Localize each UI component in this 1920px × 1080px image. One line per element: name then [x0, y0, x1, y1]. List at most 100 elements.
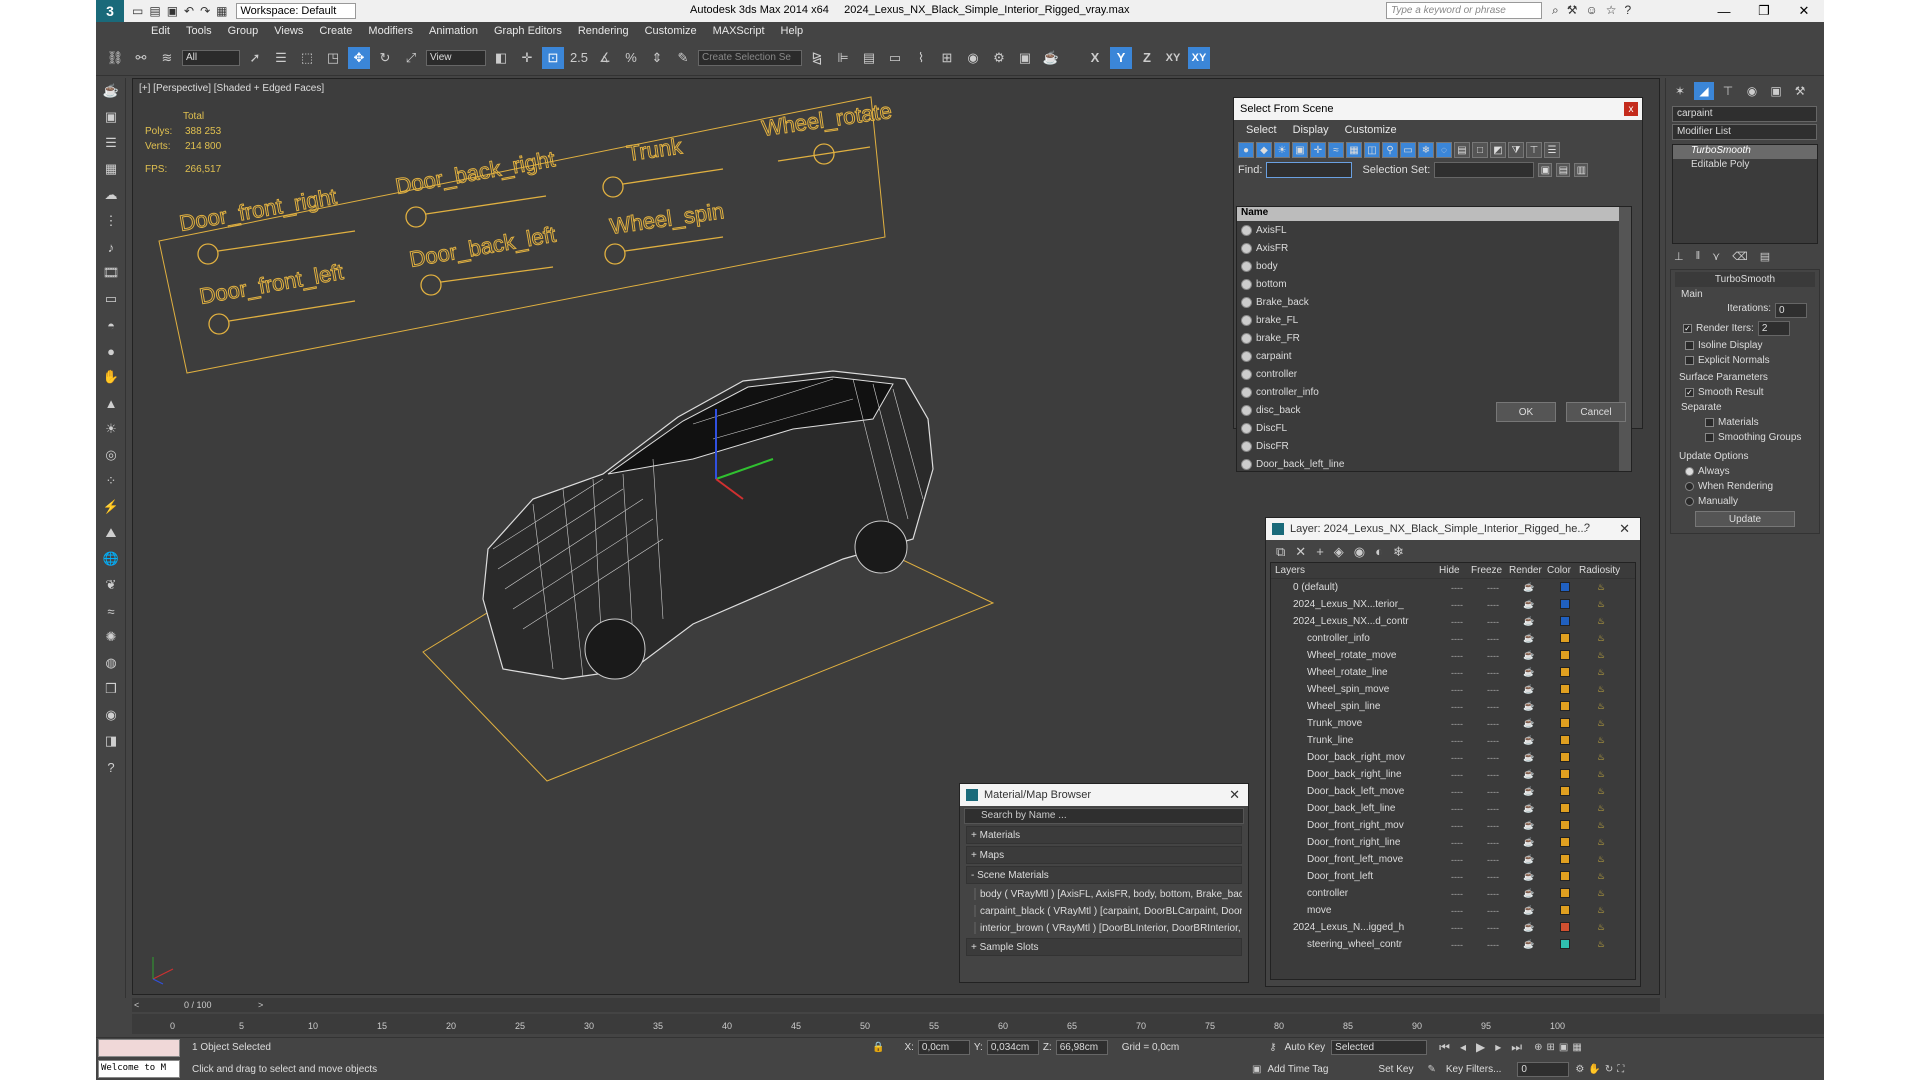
render-toggle-icon[interactable]: ☕ [1511, 854, 1547, 865]
color-cell[interactable] [1547, 649, 1583, 662]
filter-helpers-icon[interactable]: ✛ [1310, 142, 1326, 158]
door-back-right-handle[interactable] [405, 206, 427, 228]
when-rendering-radio[interactable] [1685, 482, 1694, 491]
zoom-icon[interactable]: ⊕ [1534, 1042, 1542, 1053]
axis-xy-button[interactable]: XY [1162, 47, 1184, 69]
render-toggle-icon[interactable]: ☕ [1511, 786, 1547, 797]
layer-color-swatch[interactable] [1560, 632, 1570, 643]
layer-row[interactable]: 2024_Lexus_NX...terior_ ---- ---- ☕ ♨ [1271, 596, 1635, 613]
iterations-spinner[interactable]: 0 [1775, 303, 1807, 318]
color-cell[interactable] [1547, 819, 1583, 832]
configure-sets-icon[interactable]: ▤ [1760, 250, 1770, 263]
mm-titlebar[interactable]: Material/Map Browser ✕ [960, 784, 1248, 806]
next-frame-icon[interactable]: ▸ [1491, 1040, 1505, 1055]
select-object-icon[interactable]: ➚ [244, 47, 266, 69]
radiosity-icon[interactable]: ♨ [1583, 718, 1619, 729]
go-to-start-icon[interactable]: ⏮ [1435, 1040, 1454, 1055]
render-toggle-icon[interactable]: ☕ [1511, 616, 1547, 627]
manipulate-icon[interactable]: ✛ [516, 47, 538, 69]
layer-manager-icon[interactable]: ▤ [858, 47, 880, 69]
grid-icon[interactable]: ⁘ [96, 468, 126, 494]
layer-color-swatch[interactable] [1560, 819, 1570, 830]
sound-icon[interactable]: ♪ [96, 234, 126, 260]
menu-display[interactable]: Display [1293, 124, 1329, 136]
find-input[interactable] [1266, 162, 1353, 178]
maximize-button[interactable]: ❐ [1744, 0, 1784, 22]
freeze-toggle[interactable]: ---- [1475, 600, 1511, 610]
freeze-toggle[interactable]: ---- [1475, 617, 1511, 627]
freeze-toggle[interactable]: ---- [1475, 855, 1511, 865]
list-item[interactable]: bottom [1237, 275, 1631, 293]
favorites-icon[interactable]: ☆ [1606, 3, 1617, 18]
render-toggle-icon[interactable]: ☕ [1511, 752, 1547, 763]
freeze-toggle[interactable]: ---- [1475, 770, 1511, 780]
zoom-extents-icon[interactable]: ▣ [1559, 1042, 1568, 1053]
layer-color-swatch[interactable] [1560, 802, 1570, 813]
time-prev-icon[interactable]: < [134, 1000, 139, 1010]
layer-row[interactable]: Door_front_right_mov ---- ---- ☕ ♨ [1271, 817, 1635, 834]
pin-stack-icon[interactable]: ⊥ [1674, 250, 1684, 263]
material-item[interactable]: interior_brown ( VRayMtl ) [DoorBLInteri… [974, 920, 1242, 936]
freeze-toggle[interactable]: ---- [1475, 838, 1511, 848]
cloud-icon[interactable]: ☁ [96, 182, 126, 208]
radiosity-icon[interactable]: ♨ [1583, 752, 1619, 763]
redo-icon[interactable]: ↷ [200, 4, 210, 18]
layer-color-swatch[interactable] [1560, 683, 1570, 694]
trunk-handle[interactable] [602, 176, 624, 198]
col-hide[interactable]: Hide [1439, 565, 1471, 576]
hide-toggle[interactable]: ---- [1439, 719, 1475, 729]
pan-icon[interactable]: ✋ [1588, 1064, 1600, 1075]
menu-group[interactable]: Group [220, 25, 267, 37]
hide-toggle[interactable]: ---- [1439, 583, 1475, 593]
key-filter-icon[interactable]: ✎ [1427, 1064, 1435, 1075]
user-icon[interactable]: ☺ [1586, 3, 1598, 18]
layer-color-swatch[interactable] [1560, 768, 1570, 779]
select-layer-objects-icon[interactable]: ◈ [1334, 544, 1344, 559]
radiosity-icon[interactable]: ♨ [1583, 803, 1619, 814]
mirror-icon[interactable]: ⧎ [806, 47, 828, 69]
filter-xrefs-icon[interactable]: ◫ [1364, 142, 1380, 158]
filter-geometry-icon[interactable]: ● [1238, 142, 1254, 158]
hide-toggle[interactable]: ---- [1439, 617, 1475, 627]
radiosity-icon[interactable]: ♨ [1583, 905, 1619, 916]
particle-icon[interactable]: ✺ [96, 624, 126, 650]
freeze-all-icon[interactable]: ❄ [1393, 544, 1404, 559]
list-item[interactable]: body [1237, 257, 1631, 275]
radiosity-icon[interactable]: ♨ [1583, 650, 1619, 661]
filter-groups-icon[interactable]: ▦ [1346, 142, 1362, 158]
mm-group-sample-slots[interactable]: + Sample Slots [966, 938, 1242, 956]
menu-tools[interactable]: Tools [178, 25, 220, 37]
display-tab-icon[interactable]: ▣ [1766, 82, 1786, 100]
spinner-snap-icon[interactable]: ⇕ [646, 47, 668, 69]
layer-color-swatch[interactable] [1560, 666, 1570, 677]
y-coord-input[interactable]: 0,034cm [986, 1040, 1039, 1055]
axis-z-button[interactable]: Z [1136, 47, 1158, 69]
layer-color-swatch[interactable] [1560, 887, 1570, 898]
freeze-toggle[interactable]: ---- [1475, 906, 1511, 916]
rendered-frame-icon[interactable]: ▣ [1014, 47, 1036, 69]
hide-toggle[interactable]: ---- [1439, 872, 1475, 882]
color-cell[interactable] [1547, 717, 1583, 730]
time-slider[interactable]: < 0 / 100 > [132, 998, 1660, 1012]
color-cell[interactable] [1547, 683, 1583, 696]
layers-icon[interactable]: ❒ [96, 676, 126, 702]
filter-spacewarps-icon[interactable]: ≈ [1328, 142, 1344, 158]
hide-toggle[interactable]: ---- [1439, 889, 1475, 899]
layer-color-swatch[interactable] [1560, 870, 1570, 881]
help-circle-icon[interactable]: ? [96, 754, 126, 780]
freeze-toggle[interactable]: ---- [1475, 668, 1511, 678]
freeze-toggle[interactable]: ---- [1475, 821, 1511, 831]
radiosity-icon[interactable]: ♨ [1583, 888, 1619, 899]
render-toggle-icon[interactable]: ☕ [1511, 650, 1547, 661]
close-button[interactable]: ✕ [1784, 0, 1824, 22]
layer-row[interactable]: 2024_Lexus_N...igged_h ---- ---- ☕ ♨ [1271, 919, 1635, 936]
col-render[interactable]: Render [1509, 565, 1547, 576]
render-toggle-icon[interactable]: ☕ [1511, 871, 1547, 882]
filter-shapes-icon[interactable]: ◆ [1256, 142, 1272, 158]
render-toggle-icon[interactable]: ☕ [1511, 599, 1547, 610]
add-to-layer-icon[interactable]: + [1316, 544, 1324, 559]
render-toggle-icon[interactable]: ☕ [1511, 820, 1547, 831]
app-logo-icon[interactable]: 3 [96, 0, 124, 22]
materials-checkbox[interactable] [1705, 418, 1714, 427]
leaf-icon[interactable]: ❦ [96, 572, 126, 598]
